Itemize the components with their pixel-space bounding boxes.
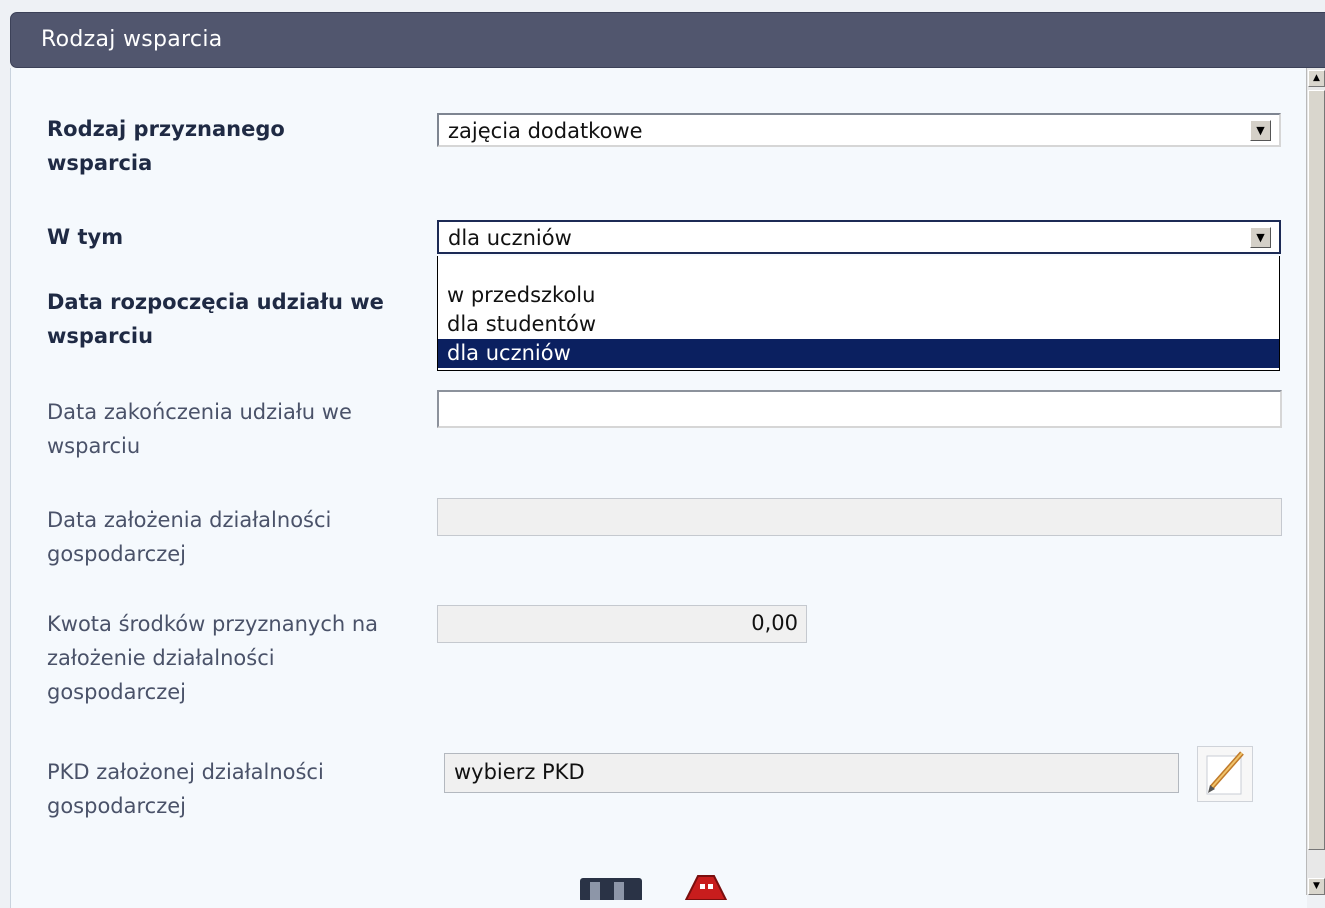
including-label: W tym bbox=[47, 225, 124, 249]
section-title: Rodzaj wsparcia bbox=[41, 27, 223, 52]
funds-amount-value: 0,00 bbox=[751, 611, 798, 635]
chevron-down-icon[interactable]: ▼ bbox=[1250, 120, 1271, 141]
scroll-up-icon[interactable]: ▲ bbox=[1308, 70, 1325, 87]
pkd-value: wybierz PKD bbox=[454, 760, 585, 784]
business-founding-date-input bbox=[437, 498, 1282, 536]
floppy-disk-icon[interactable] bbox=[580, 876, 642, 900]
pkd-label: PKD założonej działalności gospodarczej bbox=[47, 760, 324, 818]
support-type-value: zajęcia dodatkowe bbox=[448, 119, 643, 143]
stop-sign-icon[interactable] bbox=[668, 874, 744, 900]
including-select[interactable]: dla uczniów ▼ bbox=[437, 220, 1281, 254]
section-header: Rodzaj wsparcia bbox=[10, 12, 1325, 68]
funds-amount-label: Kwota środków przyznanych na założenie d… bbox=[47, 612, 379, 704]
including-value: dla uczniów bbox=[448, 226, 572, 250]
pkd-field: wybierz PKD bbox=[444, 753, 1179, 793]
dropdown-option[interactable]: dla studentów bbox=[438, 310, 1279, 339]
dropdown-option[interactable]: w przedszkolu bbox=[438, 281, 1279, 310]
vertical-scrollbar[interactable]: ▲ ▼ bbox=[1306, 68, 1325, 895]
end-date-label: Data zakończenia udziału we wsparciu bbox=[47, 400, 352, 458]
dropdown-option-selected[interactable]: dla uczniów bbox=[438, 339, 1279, 368]
start-date-label: Data rozpoczęcia udziału we wsparciu bbox=[47, 290, 384, 348]
business-founding-date-label: Data założenia działalności gospodarczej bbox=[47, 508, 332, 566]
scroll-thumb[interactable] bbox=[1308, 90, 1325, 850]
including-dropdown-list: w przedszkolu dla studentów dla uczniów bbox=[437, 256, 1280, 371]
end-date-input[interactable] bbox=[437, 390, 1282, 428]
pencil-icon bbox=[1206, 751, 1244, 795]
edit-pkd-button[interactable] bbox=[1197, 746, 1253, 802]
support-type-select[interactable]: zajęcia dodatkowe ▼ bbox=[437, 113, 1281, 147]
support-type-label: Rodzaj przyznanego wsparcia bbox=[47, 117, 285, 175]
scroll-down-icon[interactable]: ▼ bbox=[1308, 878, 1325, 895]
funds-amount-input: 0,00 bbox=[437, 605, 807, 643]
chevron-down-icon[interactable]: ▼ bbox=[1250, 227, 1271, 248]
